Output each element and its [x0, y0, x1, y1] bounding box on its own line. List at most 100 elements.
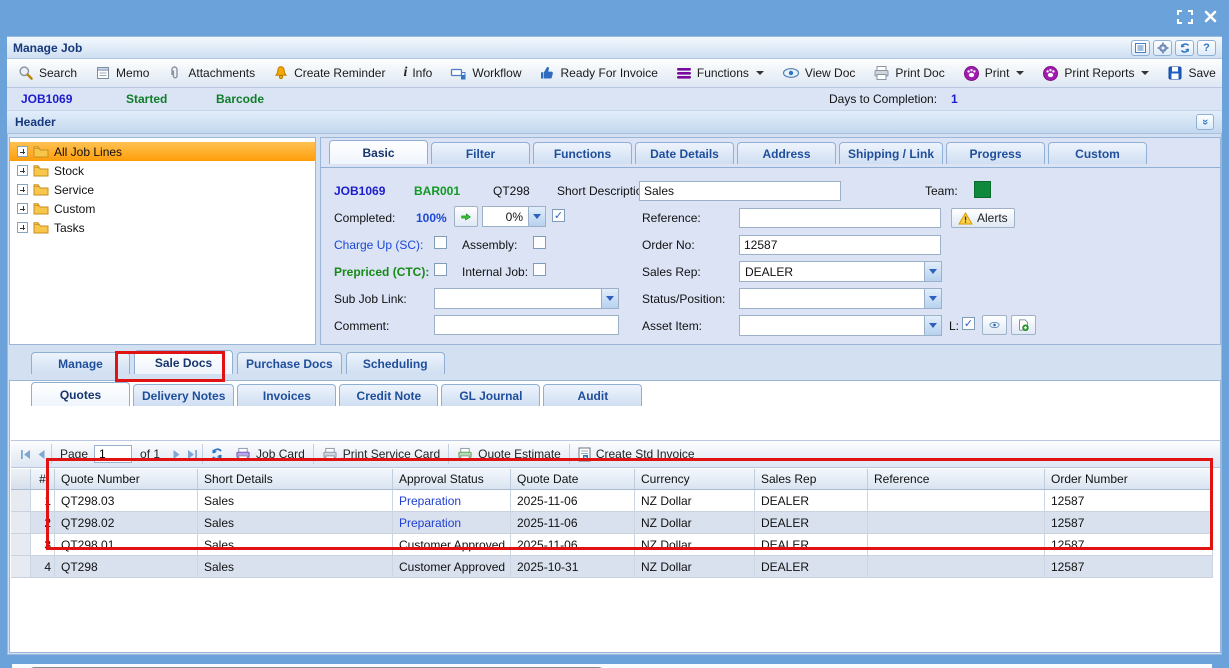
tab-gl-journal[interactable]: GL Journal: [441, 384, 540, 406]
cell-order-number[interactable]: 12587: [1045, 490, 1213, 512]
table-row[interactable]: 4QT298SalesCustomer Approved2025-10-31NZ…: [11, 556, 1216, 578]
prepriced-checkbox[interactable]: [434, 263, 447, 276]
tab-quotes[interactable]: Quotes: [31, 382, 130, 406]
collapse-header-button[interactable]: »: [1196, 114, 1214, 130]
last-page-icon[interactable]: [184, 446, 200, 462]
reference-input[interactable]: [739, 208, 941, 228]
apply-percent-button[interactable]: [454, 206, 478, 227]
tree-item-stock[interactable]: Stock: [10, 161, 315, 180]
status-position-dropdown[interactable]: [739, 288, 942, 309]
tab-credit-note[interactable]: Credit Note: [339, 384, 438, 406]
fullscreen-icon[interactable]: [1176, 9, 1194, 25]
info-button[interactable]: i Info: [396, 63, 439, 83]
cell-order-number[interactable]: 12587: [1045, 534, 1213, 556]
sub-job-link-dropdown[interactable]: [434, 288, 619, 309]
memo-button[interactable]: Memo: [88, 62, 156, 84]
tree-item-tasks[interactable]: Tasks: [10, 218, 315, 237]
l-checkbox[interactable]: ✓: [962, 317, 975, 330]
cell-currency[interactable]: NZ Dollar: [635, 534, 755, 556]
cell-approval-status[interactable]: Customer Approved: [393, 534, 511, 556]
refresh-grid-icon[interactable]: [209, 446, 225, 462]
percent-checkbox[interactable]: ✓: [552, 209, 565, 222]
search-button[interactable]: Search: [11, 62, 84, 84]
column-header-quote-number[interactable]: Quote Number: [55, 469, 198, 490]
tree-item-custom[interactable]: Custom: [10, 199, 315, 218]
table-row[interactable]: 2QT298.02SalesPreparation2025-11-06NZ Do…: [11, 512, 1216, 534]
percent-dropdown[interactable]: 0%: [482, 206, 546, 227]
cell-quote-date[interactable]: 2025-10-31: [511, 556, 635, 578]
column-header-order-number[interactable]: Order Number: [1045, 469, 1213, 490]
team-color-swatch[interactable]: [974, 181, 991, 198]
prev-page-icon[interactable]: [33, 446, 49, 462]
cell-reference[interactable]: [868, 512, 1045, 534]
tab-audit[interactable]: Audit: [543, 384, 642, 406]
help-icon[interactable]: ?: [1197, 40, 1216, 56]
cell-order-number[interactable]: 12587: [1045, 512, 1213, 534]
cell-quote-date[interactable]: 2025-11-06: [511, 490, 635, 512]
tab-date-details[interactable]: Date Details: [635, 142, 734, 164]
column-header-short-details[interactable]: Short Details: [198, 469, 393, 490]
internal-job-checkbox[interactable]: [533, 263, 546, 276]
view-asset-button[interactable]: [982, 315, 1007, 335]
cell-sales-rep[interactable]: DEALER: [755, 490, 868, 512]
cell-order-number[interactable]: 12587: [1045, 556, 1213, 578]
tab-progress[interactable]: Progress: [946, 142, 1045, 164]
column-header-reference[interactable]: Reference: [868, 469, 1045, 490]
cell-quote-number[interactable]: QT298: [55, 556, 198, 578]
tab-delivery-notes[interactable]: Delivery Notes: [133, 384, 234, 406]
list-view-icon[interactable]: [1131, 40, 1150, 56]
cell-short-details[interactable]: Sales: [198, 512, 393, 534]
create-reminder-button[interactable]: Create Reminder: [266, 62, 392, 84]
assembly-checkbox[interactable]: [533, 236, 546, 249]
next-page-icon[interactable]: [168, 446, 184, 462]
cell-sales-rep[interactable]: DEALER: [755, 556, 868, 578]
cell-quote-date[interactable]: 2025-11-06: [511, 512, 635, 534]
asset-item-dropdown[interactable]: [739, 315, 942, 336]
tab-basic[interactable]: Basic: [329, 140, 428, 164]
cell-quote-number[interactable]: QT298.03: [55, 490, 198, 512]
close-window-icon[interactable]: [1203, 9, 1218, 24]
cell-short-details[interactable]: Sales: [198, 490, 393, 512]
gear-icon[interactable]: [1153, 40, 1172, 56]
horizontal-scrollbar[interactable]: [12, 664, 1212, 668]
cell-short-details[interactable]: Sales: [198, 534, 393, 556]
tree-item-service[interactable]: Service: [10, 180, 315, 199]
cell-approval-status[interactable]: Preparation: [393, 512, 511, 534]
print-doc-button[interactable]: Print Doc: [866, 62, 951, 84]
column-header-quote-date[interactable]: Quote Date: [511, 469, 635, 490]
tab-functions[interactable]: Functions: [533, 142, 632, 164]
page-number-input[interactable]: [94, 445, 132, 463]
cell-quote-number[interactable]: QT298.01: [55, 534, 198, 556]
create-std-invoice-button[interactable]: Create Std Invoice: [572, 445, 701, 464]
sales-rep-dropdown[interactable]: DEALER: [739, 261, 942, 282]
add-asset-doc-button[interactable]: [1011, 315, 1036, 335]
tree-item-all-job-lines[interactable]: All Job Lines: [10, 142, 315, 161]
expand-plus-icon[interactable]: [17, 184, 28, 195]
charge-up-checkbox[interactable]: [434, 236, 447, 249]
cell-approval-status[interactable]: Preparation: [393, 490, 511, 512]
alerts-button[interactable]: Alerts: [951, 208, 1015, 228]
print-service-card-button[interactable]: Print Service Card: [316, 445, 446, 464]
tab-invoices[interactable]: Invoices: [237, 384, 336, 406]
print-button[interactable]: Print: [956, 62, 1032, 85]
expand-plus-icon[interactable]: [17, 165, 28, 176]
order-no-input[interactable]: [739, 235, 941, 255]
expand-plus-icon[interactable]: [17, 203, 28, 214]
expand-plus-icon[interactable]: [17, 222, 28, 233]
ready-for-invoice-button[interactable]: Ready For Invoice: [532, 62, 664, 84]
tab-filter[interactable]: Filter: [431, 142, 530, 164]
short-description-input[interactable]: [639, 181, 841, 201]
cell-quote-number[interactable]: QT298.02: [55, 512, 198, 534]
table-row[interactable]: 1QT298.03SalesPreparation2025-11-06NZ Do…: [11, 490, 1216, 512]
first-page-icon[interactable]: [17, 446, 33, 462]
functions-button[interactable]: Functions: [669, 63, 771, 83]
tab-purchase-docs[interactable]: Purchase Docs: [237, 352, 342, 374]
tab-manage[interactable]: Manage: [31, 352, 130, 374]
cell-currency[interactable]: NZ Dollar: [635, 556, 755, 578]
cell-reference[interactable]: [868, 534, 1045, 556]
cell-approval-status[interactable]: Customer Approved: [393, 556, 511, 578]
cell-quote-date[interactable]: 2025-11-06: [511, 534, 635, 556]
tab-scheduling[interactable]: Scheduling: [346, 352, 445, 374]
cell-short-details[interactable]: Sales: [198, 556, 393, 578]
cell-reference[interactable]: [868, 490, 1045, 512]
